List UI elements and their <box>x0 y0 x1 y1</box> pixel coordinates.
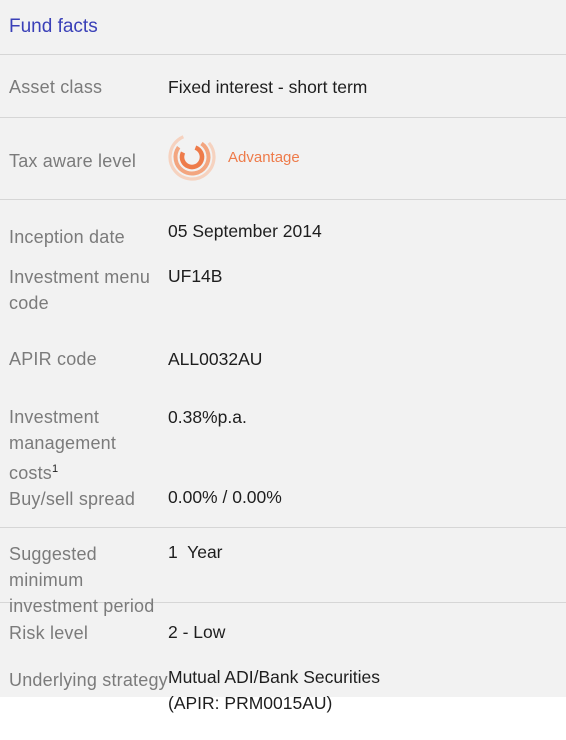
minimum-investment-period-label-line1: Suggested minimum <box>9 544 97 590</box>
row-apir-code: APIR code ALL0032AU <box>0 346 566 404</box>
asset-class-label: Asset class <box>9 77 103 97</box>
asset-class-value: Fixed interest - short term <box>168 77 368 97</box>
inception-date-value: 05 September 2014 <box>168 221 322 241</box>
row-tax-aware-level: Tax aware level Advantage <box>0 118 566 200</box>
row-inception-date: Inception date 05 September 2014 <box>0 200 566 260</box>
buy-sell-spread-value: 0.00% / 0.00% <box>168 487 282 507</box>
investment-menu-code-value: UF14B <box>168 266 223 286</box>
row-buy-sell-spread: Buy/sell spread 0.00% / 0.00% <box>0 486 566 528</box>
underlying-strategy-value-line1: Mutual ADI/Bank Securities <box>168 667 381 687</box>
tax-aware-label: Tax aware level <box>9 151 137 171</box>
row-investment-menu-code: Investment menu code UF14B <box>0 260 566 346</box>
investment-management-costs-label: Investment management costs1 <box>9 404 169 486</box>
fund-facts-title: Fund facts <box>9 16 98 37</box>
investment-management-costs-label-line2: management costs <box>9 433 117 483</box>
apir-code-label: APIR code <box>9 349 97 369</box>
row-investment-management-costs: Investment management costs1 0.38%p.a. <box>0 404 566 486</box>
investment-management-costs-value: 0.38%p.a. <box>168 407 247 427</box>
row-asset-class: Asset class Fixed interest - short term <box>0 55 566 118</box>
advantage-rings-icon <box>168 133 216 181</box>
fund-facts-card: Fund facts Asset class Fixed interest - … <box>0 0 566 713</box>
fund-facts-header: Fund facts <box>0 0 566 55</box>
risk-level-label: Risk level <box>9 623 89 643</box>
underlying-strategy-value-line2: (APIR: PRM0015AU) <box>168 693 333 713</box>
minimum-investment-period-value: 1 Year <box>168 542 223 562</box>
risk-level-value: 2 - Low <box>168 622 226 642</box>
tax-aware-level-text: Advantage <box>228 148 300 166</box>
underlying-strategy-label: Underlying strategy <box>9 670 168 690</box>
footnote-marker: 1 <box>52 463 59 475</box>
inception-date-label: Inception date <box>9 227 125 247</box>
tax-aware-value: Advantage <box>168 133 300 181</box>
buy-sell-spread-label: Buy/sell spread <box>9 489 136 509</box>
underlying-strategy-value: Mutual ADI/Bank Securities (APIR: PRM001… <box>168 664 380 716</box>
row-risk-level: Risk level 2 - Low <box>0 603 566 660</box>
row-minimum-investment-period: Suggested minimum investment period 1 Ye… <box>0 528 566 616</box>
investment-menu-code-label-line1: Investment menu <box>9 267 151 287</box>
investment-management-costs-label-line1: Investment <box>9 407 100 427</box>
investment-menu-code-label: Investment menu code <box>9 264 159 316</box>
apir-code-value: ALL0032AU <box>168 349 263 369</box>
investment-menu-code-label-line2: code <box>9 293 49 313</box>
row-underlying-strategy: Underlying strategy Mutual ADI/Bank Secu… <box>0 660 566 740</box>
